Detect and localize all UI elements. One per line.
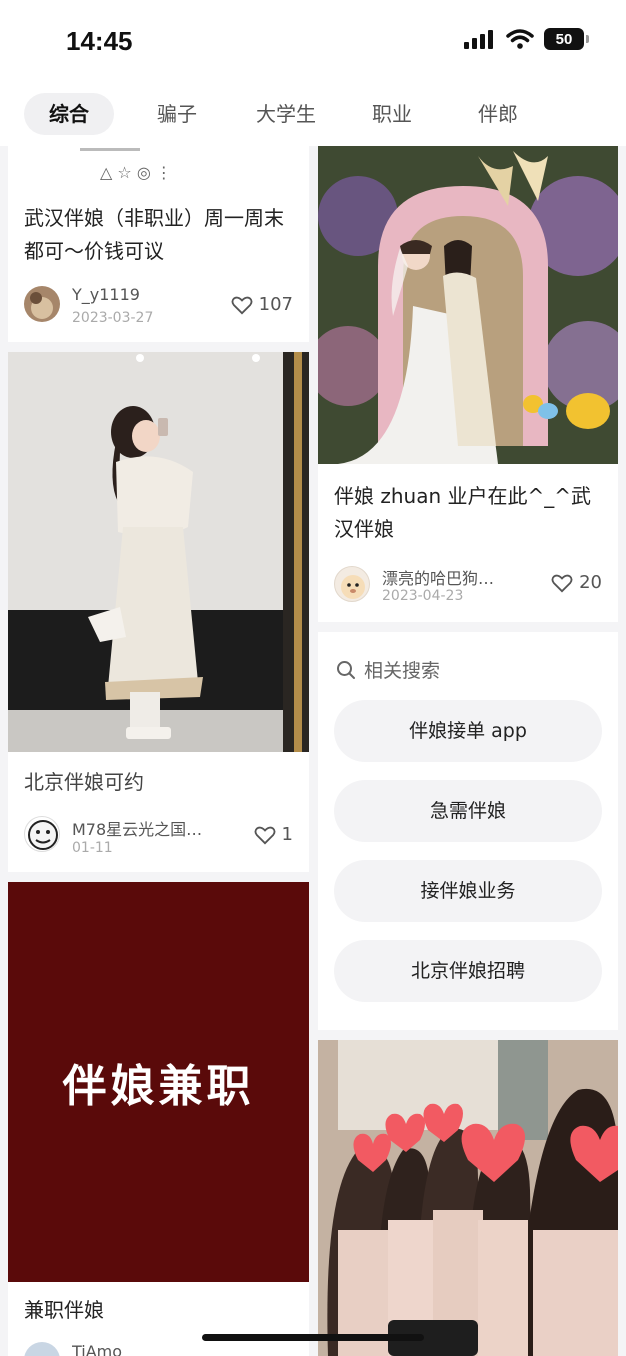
feed-card-beijing[interactable]: 北京伴娘可约 M78星云光之国… 01-11 1 [8, 352, 309, 872]
svg-text:△ ☆ ◎ ⋮: △ ☆ ◎ ⋮ [100, 163, 172, 182]
avatar [24, 1342, 60, 1356]
status-time: 14:45 [66, 26, 133, 56]
tab-1[interactable]: 骗子 [132, 93, 222, 135]
like-count-value: 107 [258, 294, 293, 315]
search-icon [337, 660, 355, 679]
feed-card-wuhan[interactable]: △ ☆ ◎ ⋮ 武汉伴娘（非职业）周一周末都可～价钱可议 Y_y1119 202… [8, 146, 309, 342]
wifi-icon [506, 29, 534, 49]
battery-icon: 50 [544, 28, 589, 50]
card-photo [318, 146, 618, 464]
heart-icon [254, 826, 275, 844]
card-title: 北京伴娘可约 [24, 770, 144, 794]
category-tabs: 综合 骗子 大学生 职业 伴郎 [0, 82, 626, 146]
tab-4[interactable]: 伴郎 [458, 93, 538, 135]
avatar [334, 566, 370, 602]
feed-card-group-photo[interactable] [318, 1040, 618, 1356]
card-title: 兼职伴娘 [24, 1298, 104, 1322]
avatar [24, 816, 60, 852]
like-count-value: 20 [579, 572, 602, 593]
author-name: M78星云光之国… [72, 820, 203, 839]
related-search-item[interactable]: 接伴娘业务 [334, 860, 602, 922]
feed-card-parttime[interactable]: 伴娘兼职 兼职伴娘 TiAmo [8, 882, 309, 1356]
status-bar: 14:45 50 [0, 0, 626, 82]
feed-card-wuhan-pro[interactable]: 伴娘 zhuan 业户在此^_^武汉伴娘 漂亮的哈巴狗… 2023-04-23 … [318, 146, 618, 622]
card-image-cropped: △ ☆ ◎ ⋮ [8, 146, 309, 190]
heart-icon [231, 296, 253, 314]
card-title: 伴娘 zhuan 业户在此^_^武汉伴娘 [334, 484, 592, 541]
post-date: 01-11 [72, 840, 113, 856]
cellular-signal-icon [464, 30, 493, 49]
like-count[interactable]: 107 [231, 294, 293, 315]
tab-3[interactable]: 职业 [352, 93, 432, 135]
like-count-value: 1 [281, 824, 293, 845]
post-date: 2023-04-23 [382, 588, 464, 604]
author-name: 漂亮的哈巴狗… [382, 569, 495, 588]
card-image-text: 伴娘兼职 [62, 1061, 255, 1112]
author-name: Y_y1119 [72, 285, 140, 304]
post-date: 2023-03-27 [72, 310, 154, 326]
related-search-card: 相关搜索 伴娘接单 app 急需伴娘 接伴娘业务 北京伴娘招聘 [318, 632, 618, 1030]
related-search-item[interactable]: 急需伴娘 [334, 780, 602, 842]
related-search-item[interactable]: 北京伴娘招聘 [334, 940, 602, 1002]
related-search-heading: 相关搜索 [336, 656, 440, 683]
card-image: 伴娘兼职 [8, 882, 309, 1282]
card-photo [8, 352, 309, 752]
heart-icon [551, 574, 573, 592]
card-photo [318, 1040, 618, 1356]
related-search-item[interactable]: 伴娘接单 app [334, 700, 602, 762]
avatar [24, 286, 60, 322]
like-count[interactable]: 1 [254, 824, 293, 845]
tab-2[interactable]: 大学生 [236, 93, 336, 135]
tab-0[interactable]: 综合 [24, 93, 114, 135]
card-title: 武汉伴娘（非职业）周一周末都可～价钱可议 [24, 206, 284, 263]
status-icons: 50 [464, 28, 589, 50]
author-name: TiAmo [72, 1342, 123, 1356]
home-indicator [202, 1334, 424, 1341]
like-count[interactable]: 20 [551, 572, 602, 593]
related-search-title: 相关搜索 [364, 660, 441, 682]
